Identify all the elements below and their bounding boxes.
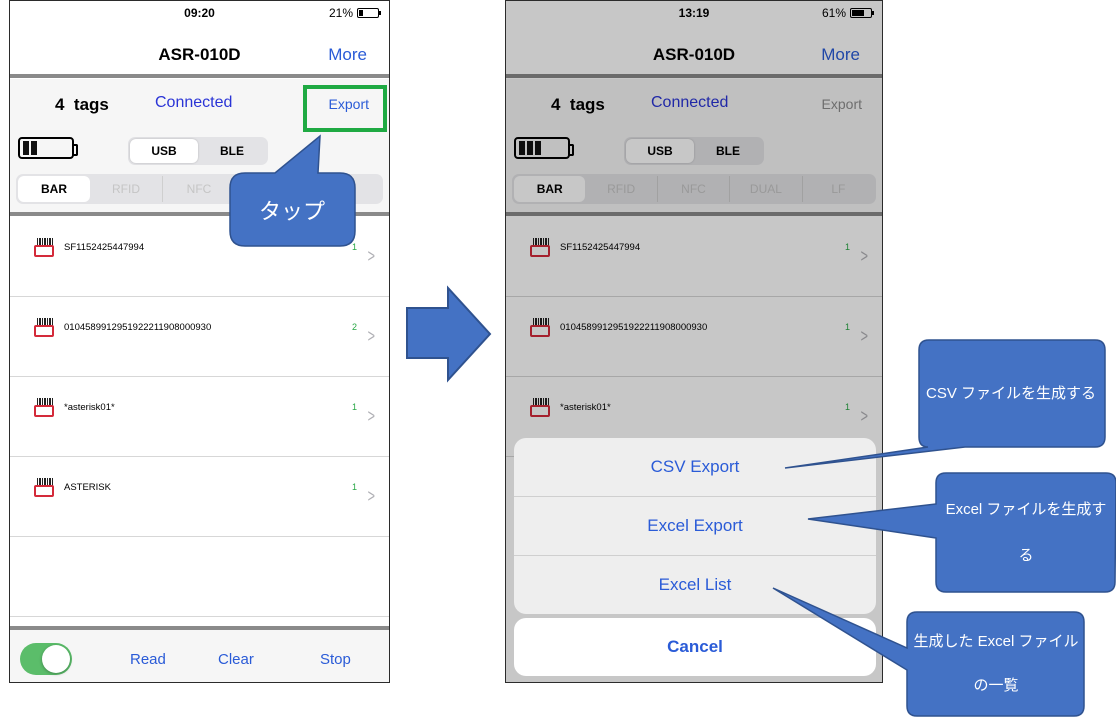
- tag-code: SF1152425447994: [64, 242, 145, 253]
- barcode-icon: [34, 318, 54, 338]
- mode-rfid[interactable]: RFID: [90, 176, 163, 202]
- transition-arrow-icon: [406, 285, 492, 383]
- reader-battery-icon: [18, 137, 78, 159]
- chevron-right-icon: >: [368, 246, 376, 266]
- chevron-right-icon: >: [368, 486, 376, 506]
- csv-callout-text: CSV ファイルを生成する: [925, 385, 1096, 402]
- right-phone-screen: 13:19 61% ASR-010D More 4 tags Connected…: [505, 0, 883, 683]
- interface-segmented-control: USB BLE: [128, 137, 268, 165]
- excel-export-option[interactable]: Excel Export: [514, 497, 876, 556]
- export-action-sheet: CSV Export Excel Export Excel List: [514, 438, 876, 614]
- mode-bar[interactable]: BAR: [18, 176, 90, 202]
- chevron-right-icon: >: [368, 326, 376, 346]
- read-count: 2: [351, 322, 357, 332]
- read-button[interactable]: Read: [130, 651, 166, 668]
- divider: [10, 74, 389, 78]
- chevron-right-icon: >: [368, 406, 376, 426]
- barcode-icon: [34, 398, 54, 418]
- continuous-read-toggle[interactable]: [20, 643, 72, 675]
- status-bar: 09:20 21%: [10, 1, 389, 23]
- stop-button[interactable]: Stop: [320, 651, 351, 668]
- battery-percent: 21%: [328, 6, 353, 20]
- cancel-button[interactable]: Cancel: [514, 618, 876, 676]
- clear-button[interactable]: Clear: [218, 651, 254, 668]
- barcode-icon: [34, 478, 54, 498]
- tag-code: ASTERISK: [64, 482, 111, 493]
- tap-callout-text: タップ: [258, 199, 325, 224]
- bottom-toolbar: Read Clear Stop: [10, 626, 389, 682]
- tag-code: 0104589912951922211908000930: [64, 322, 212, 333]
- csv-export-option[interactable]: CSV Export: [514, 438, 876, 497]
- mode-nfc[interactable]: NFC: [163, 176, 236, 202]
- read-count: 1: [351, 482, 357, 492]
- excel-export-callout-text: Excel ファイルを生成する: [945, 501, 1107, 564]
- barcode-icon: [34, 238, 54, 258]
- tag-count-label: tags: [73, 95, 109, 114]
- tag-count-number: 4: [55, 95, 65, 114]
- nav-bar: ASR-010D More: [10, 23, 389, 73]
- list-item[interactable]: *asterisk01* 1 >: [10, 376, 389, 457]
- read-count: 1: [351, 242, 357, 252]
- excel-list-callout-text: 生成した Excel ファイルの一覧: [913, 633, 1079, 694]
- usb-segment[interactable]: USB: [130, 139, 198, 163]
- tag-count: 4 tags: [55, 95, 109, 115]
- battery-status-icon: [357, 8, 381, 18]
- ble-segment[interactable]: BLE: [198, 139, 266, 163]
- status-battery: 21%: [328, 6, 381, 20]
- connection-status: Connected: [155, 94, 233, 111]
- more-button[interactable]: More: [328, 45, 367, 65]
- export-highlight-box: [303, 85, 387, 132]
- tag-code: *asterisk01*: [64, 402, 115, 413]
- list-item[interactable]: 0104589912951922211908000930 2 >: [10, 296, 389, 377]
- list-item-empty: [10, 536, 389, 617]
- list-item[interactable]: ASTERISK 1 >: [10, 456, 389, 537]
- read-count: 1: [351, 402, 357, 412]
- excel-list-option[interactable]: Excel List: [514, 556, 876, 614]
